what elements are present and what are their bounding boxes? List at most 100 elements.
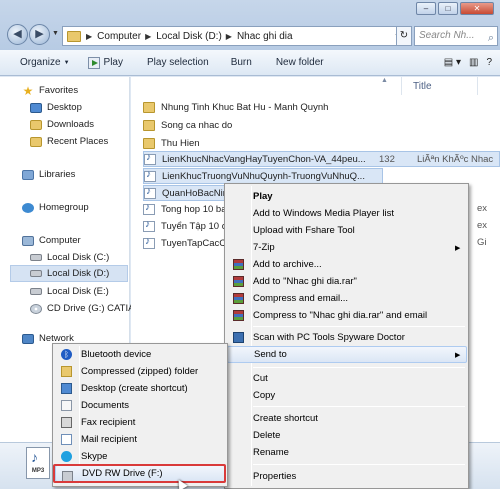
menu-item-compress-email[interactable]: Compress and email... — [227, 290, 467, 307]
file-name: Song ca nhac do — [161, 119, 233, 131]
breadcrumb-drive[interactable]: Local Disk (D:) — [156, 31, 222, 42]
list-item[interactable]: TuyenTapCacC — [143, 235, 226, 251]
file-name: Thu Hien — [161, 137, 200, 149]
menu-separator — [253, 406, 465, 407]
nav-computer[interactable]: Computer — [22, 235, 81, 246]
menu-label: 7-Zip — [253, 242, 275, 253]
nav-favorites[interactable]: ★ Favorites — [22, 83, 79, 98]
menu-label: Mail recipient — [81, 434, 137, 445]
preview-pane-icon[interactable]: ▥ — [469, 57, 478, 68]
menu-item-upload-fshare[interactable]: Upload with Fshare Tool — [227, 222, 467, 239]
back-button[interactable]: ◀ — [7, 24, 28, 45]
truncated-text: Gi — [477, 237, 487, 248]
send-to-bluetooth[interactable]: ᛒ Bluetooth device — [55, 346, 225, 363]
menu-item-add-rar[interactable]: Add to "Nhac ghi dia.rar" — [227, 273, 467, 290]
menu-label: Play — [253, 191, 273, 202]
menu-label: Add to "Nhac ghi dia.rar" — [253, 276, 357, 287]
refresh-button[interactable]: ↻ — [396, 26, 412, 46]
breadcrumb-folder[interactable]: Nhac ghi dia — [237, 31, 293, 42]
breadcrumb-computer[interactable]: Computer — [97, 31, 141, 42]
star-icon: ★ — [22, 83, 34, 98]
desktop-icon — [61, 383, 72, 394]
address-bar[interactable]: ▶ Computer ▶ Local Disk (D:) ▶ Nhac ghi dia… — [62, 26, 406, 46]
nav-recent-places[interactable]: Recent Places — [30, 136, 108, 147]
search-input[interactable]: Search Nh... ⌕ — [414, 26, 498, 46]
menu-item-create-shortcut[interactable]: Create shortcut — [227, 410, 467, 427]
column-divider — [401, 77, 402, 95]
desktop-icon — [30, 102, 42, 113]
menu-label: Rename — [253, 447, 289, 458]
folder-icon — [67, 30, 81, 42]
new-folder-label: New folder — [275, 57, 324, 68]
new-folder-button[interactable]: New folder — [276, 57, 324, 68]
menu-item-7zip[interactable]: 7-Zip ▶ — [227, 239, 467, 256]
menu-item-add-wmp[interactable]: Add to Windows Media Player list — [227, 205, 467, 222]
nav-homegroup[interactable]: Homegroup — [22, 202, 89, 213]
burn-button[interactable]: Burn — [231, 57, 252, 68]
file-name: QuanHoBacNin — [162, 187, 229, 199]
maximize-button[interactable]: □ — [438, 2, 458, 15]
close-button[interactable]: ✕ — [460, 2, 494, 15]
menu-label: Add to archive... — [253, 259, 322, 270]
play-button[interactable]: Play — [87, 56, 123, 69]
menu-label: Delete — [253, 430, 281, 441]
send-to-mail[interactable]: Mail recipient — [55, 431, 225, 448]
menu-label: Compress and email... — [253, 293, 349, 304]
play-selection-label: Play selection — [146, 57, 209, 68]
list-item[interactable]: Tong hop 10 ba — [143, 201, 227, 217]
send-to-skype[interactable]: Skype — [55, 448, 225, 465]
mp3-badge: MP3 — [31, 468, 45, 474]
file-name: TuyenTapCacC — [161, 237, 227, 249]
menu-label: Properties — [253, 471, 297, 482]
menu-item-delete[interactable]: Delete — [227, 427, 467, 444]
spyware-doctor-icon — [233, 332, 244, 343]
list-item[interactable]: LienKhucTruongVuNhuQuynh-TruongVuNhuQ... — [143, 168, 383, 184]
play-selection-button[interactable]: Play selection — [147, 57, 209, 68]
nav-downloads[interactable]: Downloads — [30, 119, 94, 130]
cd-drive-icon — [30, 303, 42, 314]
send-to-fax[interactable]: Fax recipient — [55, 414, 225, 431]
nav-label: Desktop — [47, 102, 82, 113]
menu-label: Compress to "Nhac ghi dia.rar" and email — [253, 310, 428, 321]
view-options-icon[interactable]: ▤ ▾ — [444, 57, 461, 68]
nav-desktop[interactable]: Desktop — [30, 102, 82, 113]
organize-button[interactable]: Organize ▼ — [20, 57, 70, 68]
nav-libraries[interactable]: Libraries — [22, 169, 75, 180]
nav-label: Homegroup — [39, 202, 89, 213]
column-title[interactable]: Title — [413, 81, 432, 92]
menu-item-send-to[interactable]: Send to ▶ — [227, 346, 467, 363]
command-bar: Organize ▼ Play Play selection Burn New f… — [0, 50, 500, 76]
send-to-zip[interactable]: Compressed (zipped) folder — [55, 363, 225, 380]
menu-item-rename[interactable]: Rename — [227, 444, 467, 461]
menu-item-scan[interactable]: Scan with PC Tools Spyware Doctor — [227, 329, 467, 346]
list-item[interactable]: Thu Hien — [143, 135, 200, 151]
menu-item-compress-rar-email[interactable]: Compress to "Nhac ghi dia.rar" and email — [227, 307, 467, 324]
forward-button[interactable]: ▶ — [29, 24, 50, 45]
menu-label: Cut — [253, 373, 268, 384]
search-placeholder: Search Nh... — [419, 30, 475, 41]
recent-pages-dropdown[interactable]: ▼ — [52, 30, 59, 37]
menu-item-play[interactable]: Play — [227, 188, 467, 205]
drive-icon — [30, 288, 42, 295]
list-item[interactable]: Song ca nhac do — [143, 117, 232, 133]
menu-item-copy[interactable]: Copy — [227, 387, 467, 404]
minimize-button[interactable]: – — [416, 2, 436, 15]
list-item[interactable]: Nhung Tinh Khuc Bat Hu - Manh Quynh — [143, 99, 328, 115]
menu-item-add-archive[interactable]: Add to archive... — [227, 256, 467, 273]
nav-drive-g[interactable]: CD Drive (G:) CATIA — [30, 303, 134, 314]
nav-drive-d[interactable]: Local Disk (D:) — [10, 265, 128, 282]
nav-drive-e[interactable]: Local Disk (E:) — [30, 286, 109, 297]
submenu-arrow-icon: ▶ — [455, 351, 461, 359]
list-item[interactable]: Tuyển Tập 10 c — [143, 218, 226, 234]
help-icon[interactable]: ? — [486, 57, 492, 68]
nav-label: Favorites — [39, 85, 79, 96]
send-to-documents[interactable]: Documents — [55, 397, 225, 414]
menu-item-properties[interactable]: Properties — [227, 468, 467, 485]
search-icon[interactable]: ⌕ — [488, 29, 494, 47]
send-to-desktop[interactable]: Desktop (create shortcut) — [55, 380, 225, 397]
menu-item-cut[interactable]: Cut — [227, 370, 467, 387]
nav-label: Computer — [39, 235, 81, 246]
breadcrumb-separator-icon: ▶ — [225, 31, 232, 41]
winrar-icon — [233, 276, 244, 287]
nav-drive-c[interactable]: Local Disk (C:) — [30, 252, 109, 263]
